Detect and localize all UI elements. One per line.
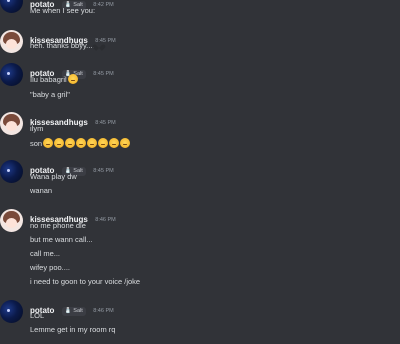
avatar[interactable] [0, 112, 23, 135]
message-text: i need to goon to your voice /joke [30, 277, 141, 286]
avatar[interactable] [0, 30, 23, 53]
pleading-face-emoji [43, 138, 54, 148]
message-text: but me wann call... [30, 235, 93, 244]
message-content: heh. thanks bbyy.... [30, 41, 95, 50]
pleading-face-emoji [67, 74, 78, 84]
message-text: son [30, 138, 131, 149]
avatar[interactable] [0, 300, 23, 323]
message-text: call me... [30, 249, 61, 258]
message-header: kissesandhugs 8:45 PM [30, 112, 116, 127]
chat-messages: potato 🧂 Salt 8:42 PM Me when I see you:… [0, 0, 400, 344]
message-content: Ilu babagril [30, 75, 67, 84]
pleading-face-emoji [87, 138, 98, 148]
message-text: Wana play dw [30, 172, 77, 181]
message-text: wanan [30, 186, 53, 195]
message-text: Lemme get in my room rq [30, 325, 116, 334]
pleading-face-emoji [54, 138, 65, 148]
message-text: LOL [30, 311, 45, 320]
black-heart-emoji [95, 42, 103, 49]
avatar[interactable] [0, 0, 23, 13]
message-text: heh. thanks bbyy.... [30, 41, 103, 51]
message-text: "baby a gril" [30, 90, 70, 99]
pleading-face-emoji [109, 138, 120, 148]
avatar[interactable] [0, 63, 23, 86]
pleading-face-emoji [120, 138, 131, 148]
timestamp: 8:46 PM [95, 217, 116, 223]
pleading-face-emoji [65, 138, 76, 148]
timestamp: 8:42 PM [93, 2, 114, 8]
tag-label: Salt [73, 308, 83, 314]
message-text: Ilu babagril [30, 74, 78, 85]
avatar[interactable] [0, 209, 23, 232]
avatar[interactable] [0, 160, 23, 183]
message-text: no me phone die [30, 221, 86, 230]
message-text: wifey poo.... [30, 263, 71, 272]
timestamp: 8:45 PM [93, 168, 114, 174]
message-text: ilym [30, 124, 44, 133]
pleading-face-emoji [98, 138, 109, 148]
message-header: potato 🧂 Salt 8:45 PM [30, 160, 114, 176]
timestamp: 8:45 PM [95, 120, 116, 126]
message-text: Me when I see you: [30, 6, 96, 15]
pleading-face-emoji [76, 138, 87, 148]
timestamp: 8:46 PM [93, 308, 114, 314]
timestamp: 8:45 PM [93, 71, 114, 77]
message-content: son [30, 139, 43, 148]
salt-tag[interactable]: 🧂 Salt [61, 307, 86, 316]
message-header: kissesandhugs 8:46 PM [30, 209, 116, 224]
